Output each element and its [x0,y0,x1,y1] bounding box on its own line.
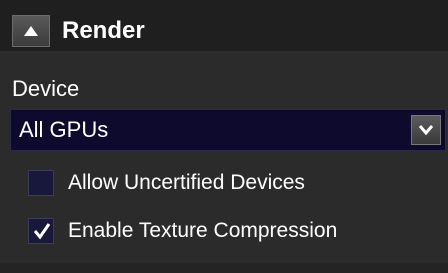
enable-texture-compression-label: Enable Texture Compression [68,219,338,242]
device-select[interactable]: All GPUs [10,109,446,151]
section-title: Render [62,17,145,44]
collapse-button[interactable] [12,15,50,47]
device-label: Device [12,76,80,101]
allow-uncertified-devices-checkbox[interactable] [28,170,54,196]
bottom-divider [0,263,448,273]
chevron-down-icon [418,125,434,136]
triangle-up-icon [24,26,38,36]
checkmark-icon [33,223,51,240]
device-select-arrow[interactable] [411,115,441,145]
enable-texture-compression-checkbox[interactable] [28,218,54,244]
allow-uncertified-devices-label: Allow Uncertified Devices [68,171,305,194]
device-select-value: All GPUs [19,117,109,142]
section-header: Render [0,0,448,51]
render-panel: Render Device All GPUs Allow Uncertified… [0,0,448,273]
